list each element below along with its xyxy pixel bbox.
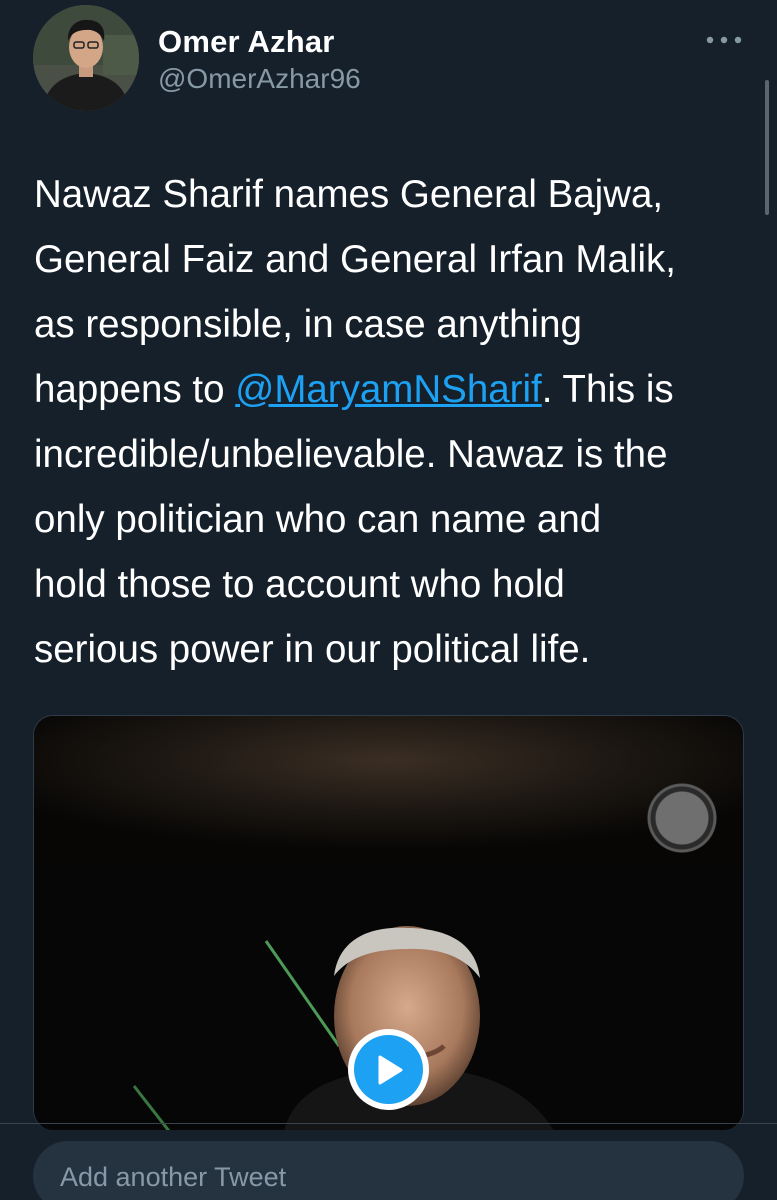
author-handle[interactable]: @OmerAzhar96: [158, 63, 361, 95]
tweet-text: Nawaz Sharif names General Bajwa, Genera…: [34, 162, 764, 682]
record-icon[interactable]: [643, 779, 721, 857]
avatar-photo: [33, 5, 139, 111]
play-icon: [378, 1055, 402, 1084]
tweet-detail-screen: Omer Azhar @OmerAzhar96 Nawaz Sharif nam…: [0, 0, 777, 1200]
more-options-button[interactable]: [702, 28, 746, 52]
mention-link[interactable]: @MaryamNSharif: [235, 368, 542, 411]
play-button[interactable]: [348, 1029, 429, 1110]
play-button-inner: [354, 1035, 423, 1104]
more-options-icon: [706, 36, 742, 44]
scroll-indicator[interactable]: [765, 80, 769, 215]
tweet-text-part: . This is incredible/unbelievable. Nawaz…: [34, 368, 674, 671]
author-name[interactable]: Omer Azhar: [158, 24, 335, 60]
add-another-tweet-placeholder: Add another Tweet: [60, 1162, 287, 1192]
footer-divider: [0, 1123, 777, 1124]
author-avatar[interactable]: [33, 5, 139, 111]
add-another-tweet-input[interactable]: Add another Tweet: [33, 1141, 744, 1200]
